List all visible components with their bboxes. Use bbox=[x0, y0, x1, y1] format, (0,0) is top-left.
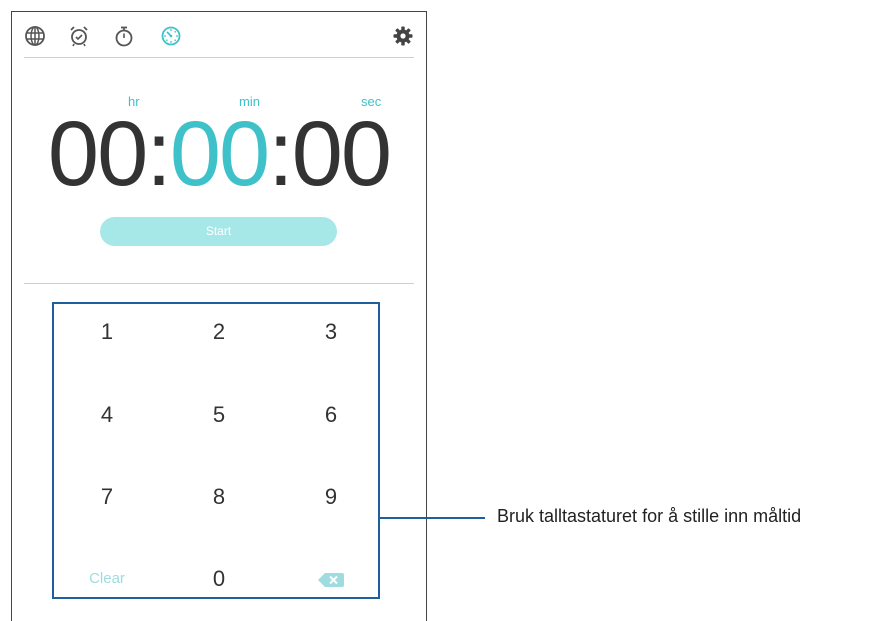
clear-button[interactable]: Clear bbox=[57, 549, 157, 609]
callout-connector bbox=[380, 517, 485, 519]
timer-icon[interactable] bbox=[160, 25, 182, 47]
gear-icon[interactable] bbox=[392, 25, 414, 47]
callout-text: Bruk talltastaturet for å stille inn mål… bbox=[497, 506, 802, 526]
key-9[interactable]: 9 bbox=[281, 467, 381, 527]
key-5[interactable]: 5 bbox=[169, 385, 269, 445]
toolbar-divider bbox=[24, 57, 414, 58]
backspace-button[interactable] bbox=[281, 549, 381, 609]
backspace-icon bbox=[318, 566, 344, 591]
keypad-divider bbox=[24, 283, 414, 284]
key-7[interactable]: 7 bbox=[57, 467, 157, 527]
key-4[interactable]: 4 bbox=[57, 385, 157, 445]
toolbar bbox=[12, 12, 426, 58]
timer-display: 00:00:00 bbox=[12, 99, 426, 209]
hours-value[interactable]: 00 bbox=[48, 103, 148, 205]
seconds-value[interactable]: 00 bbox=[292, 103, 392, 205]
key-3[interactable]: 3 bbox=[281, 302, 381, 362]
alarm-icon[interactable] bbox=[68, 25, 90, 47]
time-separator: : bbox=[268, 103, 294, 205]
time-separator: : bbox=[146, 103, 172, 205]
start-button[interactable]: Start bbox=[100, 217, 337, 246]
key-1[interactable]: 1 bbox=[57, 302, 157, 362]
stopwatch-icon[interactable] bbox=[113, 25, 135, 47]
minutes-value[interactable]: 00 bbox=[170, 103, 270, 205]
key-0[interactable]: 0 bbox=[169, 549, 269, 609]
key-2[interactable]: 2 bbox=[169, 302, 269, 362]
globe-icon[interactable] bbox=[24, 25, 46, 47]
key-6[interactable]: 6 bbox=[281, 385, 381, 445]
key-8[interactable]: 8 bbox=[169, 467, 269, 527]
